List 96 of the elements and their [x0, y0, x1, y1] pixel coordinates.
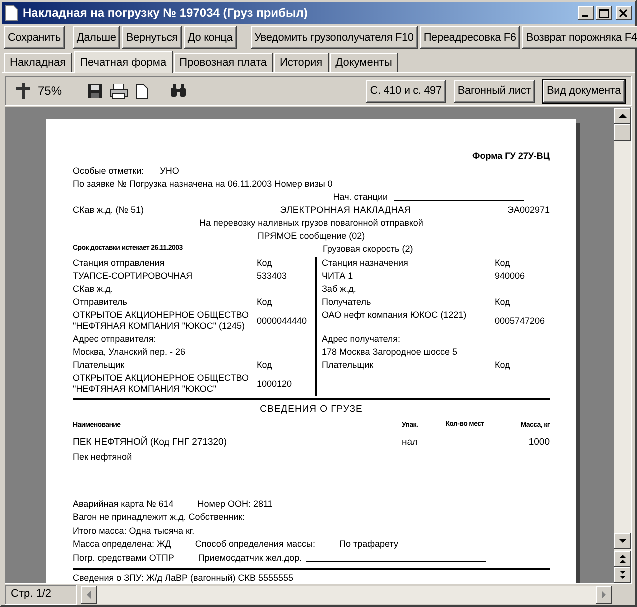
party-text: Плательщик — [315, 359, 495, 372]
page-indicator: Стр. 1/2 — [5, 585, 77, 605]
party-text: Станция отправления — [73, 257, 166, 270]
party-code: Код — [257, 359, 274, 372]
party-text: Адрес получателя: — [315, 333, 495, 346]
tab[interactable]: Печатная форма — [74, 51, 173, 73]
tab[interactable]: Провозная плата — [174, 53, 273, 72]
minimize-button[interactable] — [578, 6, 594, 20]
party-text: ОАО нефт компания ЮКОС (1221) — [315, 309, 495, 333]
party-code: Код — [495, 296, 512, 309]
party-text: Адрес отправителя: — [73, 333, 158, 346]
table-cell-text: нал — [402, 437, 420, 448]
field-text: Приемосдатчик жел.дор. — [198, 552, 302, 563]
field-text: Масса определена: ЖД — [73, 539, 172, 550]
document-subtitle: На перевозку наливных грузов повагонной отправкой — [200, 218, 424, 228]
field-text: Вагон не принадлежит ж.д. Собственник: — [73, 512, 246, 522]
party-text: Получатель — [315, 296, 495, 309]
toolbar-button[interactable]: С. 410 и с. 497 — [366, 80, 446, 102]
scroll-down-button[interactable] — [614, 533, 631, 549]
next-page-button[interactable] — [614, 567, 631, 583]
party-text: ТУАПСЕ-СОРТИРОВОЧНАЯ — [73, 270, 194, 283]
scroll-up-button[interactable] — [614, 108, 631, 124]
table-cell-text: ПЕК НЕФТЯНОЙ (Код ГНГ 271320) — [73, 437, 228, 448]
party-code: Код — [257, 296, 274, 309]
window-title: Накладная на погрузку № 197034 (Груз прибыл) — [23, 6, 309, 20]
toolbar-button[interactable]: Возврат порожняка F4 — [522, 26, 637, 49]
field-text: Номер ООН: 2811 — [198, 498, 273, 509]
previous-page-button[interactable] — [614, 551, 631, 567]
party-code: 1000120 — [257, 378, 294, 390]
party-text: Заб ж.д. — [315, 283, 495, 296]
party-code: 0000044440 — [257, 314, 308, 328]
close-button[interactable] — [616, 6, 632, 20]
message-type: ПРЯМОЕ сообщение (02) — [258, 230, 366, 240]
toolbar-button[interactable]: Дальше — [72, 26, 120, 49]
scroll-right-button[interactable] — [596, 586, 612, 604]
print-icon[interactable] — [110, 84, 128, 98]
cargo-speed: Грузовая скорость (2) — [323, 244, 414, 254]
railway-name: СКав ж.д. (№ 51) — [73, 204, 144, 214]
toolbar-button[interactable]: Вернуться — [122, 26, 182, 49]
maximize-button[interactable] — [596, 6, 612, 20]
scroll-thumb[interactable] — [614, 124, 631, 141]
party-text: СКав ж.д. — [73, 283, 114, 296]
party-text: Станция назначения — [315, 257, 495, 270]
vertical-scrollbar[interactable] — [614, 108, 631, 583]
previous-page-icon[interactable] — [618, 554, 626, 564]
party-code: 0005747206 — [495, 314, 546, 328]
close-icon[interactable] — [619, 8, 629, 18]
document-icon — [5, 4, 19, 22]
table-cell: Пек нефтяной — [73, 452, 132, 462]
document-title: ЭЛЕКТРОННАЯ НАКЛАДНАЯ — [280, 204, 412, 214]
party-code: Код — [495, 359, 512, 372]
horizontal-scrollbar[interactable] — [80, 585, 613, 605]
request-line: По заявке № Погрузка назначена на 06.11.2003 Номер визы 0 — [73, 178, 333, 188]
tab[interactable]: Документы — [330, 53, 398, 72]
party-text: Плательщик — [73, 359, 126, 372]
field-text: Способ определения массы: — [195, 539, 316, 550]
field-text: Сведения о ЗПУ: Ж/д ЛаВР (вагонный) СКВ 5555555 — [73, 573, 294, 583]
toolbar-button[interactable]: Вагонный лист — [454, 80, 535, 102]
party-code: Код — [495, 257, 512, 270]
toolbar-button[interactable]: Вид документа — [543, 80, 625, 102]
party-text: ЧИТА 1 — [315, 270, 495, 283]
tab[interactable]: Накладная — [4, 53, 72, 72]
document-number: ЭА002971 — [507, 204, 550, 214]
binoculars-icon[interactable] — [170, 84, 188, 98]
table-cell-text: 1000 — [528, 437, 550, 448]
zoom-level: 75% — [38, 84, 62, 98]
party-text: ОТКРЫТОЕ АКЦИОНЕРНОЕ ОБЩЕСТВО "НЕФТЯНАЯ КОМПАНИЯ "ЮКОС" — [73, 372, 250, 396]
party-code: 940006 — [495, 270, 526, 283]
field-label: Особые отметки: — [73, 166, 144, 176]
party-code: 533403 — [257, 270, 288, 283]
toolbar-button[interactable]: До конца — [184, 26, 237, 49]
field-text: Погр. средствами ОТПР — [73, 552, 174, 563]
tab[interactable]: История — [274, 53, 329, 72]
save-icon[interactable] — [88, 84, 102, 98]
toolbar-button[interactable]: Сохранить — [4, 26, 65, 49]
toolbar-button[interactable]: Уведомить грузополучателя F10 — [250, 26, 418, 49]
scroll-down-icon[interactable] — [618, 536, 626, 546]
next-page-icon[interactable] — [618, 570, 626, 580]
section-heading: СВЕДЕНИЯ О ГРУЗЕ — [260, 404, 363, 415]
page-icon[interactable] — [136, 84, 148, 98]
field-value: УНО — [160, 166, 180, 176]
maximize-icon[interactable] — [599, 8, 609, 18]
field-text: Аварийная карта № 614 — [73, 498, 174, 509]
party-text: ОТКРЫТОЕ АКЦИОНЕРНОЕ ОБЩЕСТВО "НЕФТЯНАЯ КОМПАНИЯ "ЮКОС" (1245) — [73, 309, 250, 333]
party-code: Код — [257, 257, 274, 270]
pin-icon[interactable] — [16, 83, 30, 99]
party-text: Москва, Уланский пер. - 26 — [73, 346, 186, 359]
scroll-up-icon[interactable] — [618, 111, 626, 121]
form-name: Форма ГУ 27У-ВЦ — [472, 150, 550, 160]
field-text: Итого масса: Одна тысяча кг. — [73, 526, 195, 536]
scroll-left-button[interactable] — [81, 586, 97, 604]
party-text: Отправитель — [73, 296, 128, 309]
toolbar-button[interactable]: Переадресовка F6 — [420, 26, 520, 49]
field-label: Нач. станции — [333, 192, 388, 202]
party-text: 178 Москва Загородное шоссе 5 — [315, 346, 495, 359]
field-text: По трафарету — [340, 539, 398, 550]
